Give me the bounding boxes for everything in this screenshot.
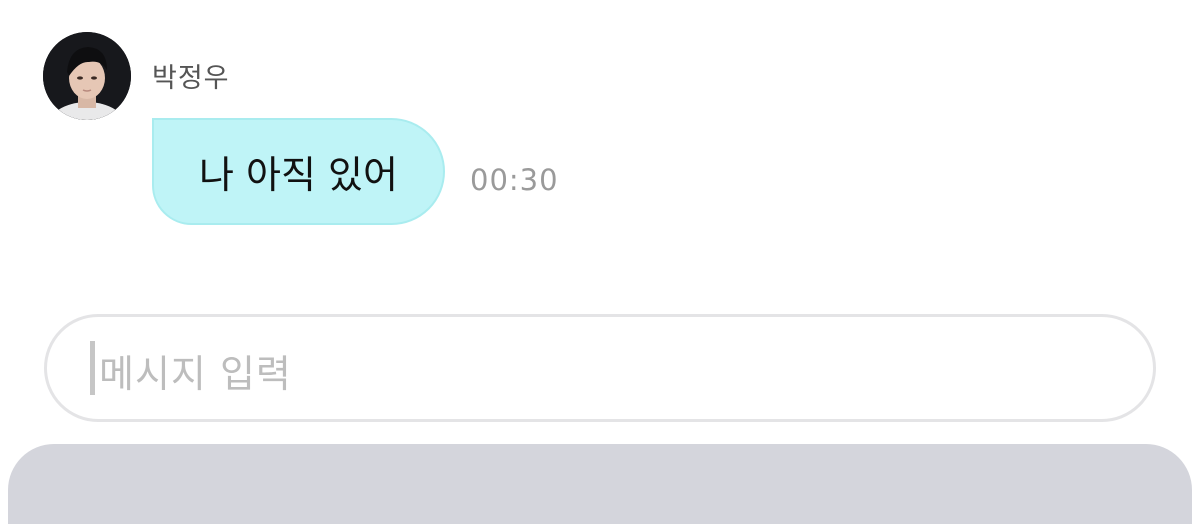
message-bubble[interactable]: 나 아직 있어: [152, 118, 445, 225]
message-input[interactable]: 메시지 입력: [44, 314, 1156, 422]
keyboard-bar: [8, 444, 1192, 524]
text-caret: [90, 341, 95, 395]
avatar-photo: [43, 32, 131, 120]
sender-avatar[interactable]: [43, 32, 131, 120]
message-text: 나 아직 있어: [199, 153, 398, 197]
message-timestamp: 00:30: [470, 163, 559, 197]
message-input-placeholder: 메시지 입력: [99, 352, 292, 396]
sender-name: 박정우: [152, 63, 230, 94]
